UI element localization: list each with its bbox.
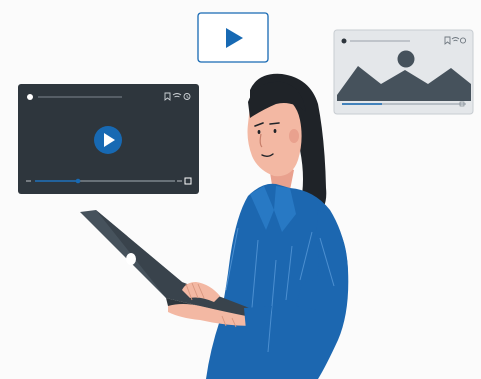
- image-card: [333, 29, 474, 115]
- scrubber-handle[interactable]: [75, 178, 81, 184]
- dark-video-player: [18, 84, 199, 194]
- woman-figure: [206, 73, 349, 379]
- illustration-stage: [0, 0, 481, 379]
- apple-logo-icon: [126, 253, 136, 265]
- floating-play-card[interactable]: [197, 12, 269, 63]
- dark-player-play-button[interactable]: [94, 126, 122, 154]
- video-streaming-illustration: [18, 12, 474, 379]
- sun-icon: [397, 50, 415, 68]
